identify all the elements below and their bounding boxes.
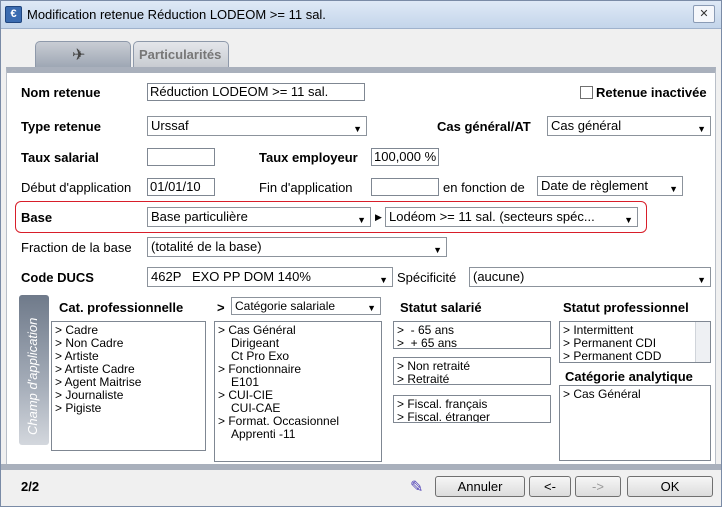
type-retenue-select[interactable]: Urssaf ▼ bbox=[147, 116, 367, 136]
statut-pro-header: Statut professionnel bbox=[563, 300, 689, 315]
champ-application-label: Champ d'application bbox=[25, 317, 40, 435]
fin-application-input[interactable] bbox=[371, 178, 439, 196]
list-item[interactable]: > + 65 ans bbox=[397, 337, 547, 349]
debut-application-input[interactable]: 01/01/10 bbox=[147, 178, 215, 196]
title-bar: € Modification retenue Réduction LODEOM … bbox=[1, 1, 721, 29]
cas-general-label: Cas général/AT bbox=[437, 119, 531, 134]
cat-pro-list[interactable]: > Cadre > Non Cadre > Artiste > Artiste Cad… bbox=[51, 321, 206, 451]
statut-pro-list[interactable]: > Intermittent > Permanent CDI > Permanent… bbox=[559, 321, 711, 363]
nom-retenue-label: Nom retenue bbox=[21, 85, 101, 100]
taux-salarial-input[interactable] bbox=[147, 148, 215, 166]
list-item[interactable]: Apprenti -11 bbox=[218, 428, 378, 441]
fin-application-label: Fin d'application bbox=[259, 180, 353, 195]
tab-general[interactable]: ✈ bbox=[35, 41, 131, 67]
tab-particularites-label: Particularités bbox=[139, 47, 222, 62]
next-button[interactable]: -> bbox=[575, 476, 621, 497]
list-item[interactable]: > Retraité bbox=[397, 373, 547, 385]
cat-sal-list[interactable]: > Cas Général Dirigeant Ct Pro Exo > Foncti… bbox=[214, 321, 382, 462]
specificite-select[interactable]: (aucune) ▼ bbox=[469, 267, 711, 287]
code-ducs-value: 462P EXO PP DOM 140% bbox=[151, 269, 311, 284]
retenue-inactivee-label: Retenue inactivée bbox=[596, 85, 707, 100]
app-icon: € bbox=[5, 6, 22, 23]
chevron-down-icon: ▼ bbox=[697, 124, 706, 134]
code-ducs-label: Code DUCS bbox=[21, 270, 94, 285]
scrollbar[interactable] bbox=[695, 322, 710, 362]
en-fonction-value: Date de règlement bbox=[541, 178, 648, 193]
chevron-down-icon: ▼ bbox=[379, 275, 388, 285]
champ-application-band: Champ d'application bbox=[19, 295, 49, 445]
taux-employeur-input[interactable]: 100,000 % bbox=[371, 148, 439, 166]
retenue-inactivee-checkbox[interactable] bbox=[580, 86, 593, 99]
annuler-button[interactable]: Annuler bbox=[435, 476, 525, 497]
statut-age-list[interactable]: > - 65 ans > + 65 ans bbox=[393, 321, 551, 349]
close-button[interactable]: ✕ bbox=[693, 5, 715, 23]
list-item[interactable]: > Pigiste bbox=[55, 402, 202, 415]
chevron-right-icon: ▶ bbox=[375, 212, 382, 222]
fraction-base-value: (totalité de la base) bbox=[151, 239, 262, 254]
cat-sal-prefix: > bbox=[217, 300, 225, 315]
list-item[interactable]: > Permanent CDD bbox=[563, 350, 707, 363]
dialog-window: € Modification retenue Réduction LODEOM … bbox=[0, 0, 722, 507]
list-item[interactable]: > Fiscal. étranger bbox=[397, 411, 547, 423]
chevron-down-icon: ▼ bbox=[357, 215, 366, 225]
chevron-down-icon: ▼ bbox=[433, 245, 442, 255]
base-select[interactable]: Base particulière ▼ bbox=[147, 207, 371, 227]
chevron-down-icon: ▼ bbox=[697, 275, 706, 285]
list-item[interactable]: > Cas Général bbox=[563, 388, 707, 401]
statut-salarie-header: Statut salarié bbox=[400, 300, 482, 315]
tab-bar: ✈ Particularités bbox=[1, 29, 721, 67]
ok-button[interactable]: OK bbox=[627, 476, 713, 497]
cat-analytique-list[interactable]: > Cas Général bbox=[559, 385, 711, 461]
statut-fiscal-list[interactable]: > Fiscal. français > Fiscal. étranger bbox=[393, 395, 551, 423]
type-retenue-label: Type retenue bbox=[21, 119, 101, 134]
cat-analytique-header: Catégorie analytique bbox=[565, 369, 693, 384]
nom-retenue-input[interactable]: Réduction LODEOM >= 11 sal. bbox=[147, 83, 365, 101]
en-fonction-select[interactable]: Date de règlement ▼ bbox=[537, 176, 683, 196]
taux-employeur-label: Taux employeur bbox=[259, 150, 358, 165]
debut-application-label: Début d'application bbox=[21, 180, 132, 195]
type-retenue-value: Urssaf bbox=[151, 118, 189, 133]
previous-button[interactable]: <- bbox=[529, 476, 571, 497]
tab-particularites[interactable]: Particularités bbox=[133, 41, 229, 67]
base-value: Base particulière bbox=[151, 209, 248, 224]
fraction-base-label: Fraction de la base bbox=[21, 240, 132, 255]
window-title: Modification retenue Réduction LODEOM >=… bbox=[27, 7, 326, 22]
statut-retraite-list[interactable]: > Non retraité > Retraité bbox=[393, 357, 551, 385]
specificite-label: Spécificité bbox=[397, 270, 457, 285]
cat-sal-select[interactable]: Catégorie salariale ▼ bbox=[231, 297, 381, 315]
chevron-down-icon: ▼ bbox=[353, 124, 362, 134]
main-panel: Nom retenue Réduction LODEOM >= 11 sal. … bbox=[6, 67, 716, 464]
cat-pro-header: Cat. professionnelle bbox=[59, 300, 184, 315]
cas-general-value: Cas général bbox=[551, 118, 622, 133]
chevron-down-icon: ▼ bbox=[669, 184, 678, 194]
base-detail-value: Lodéom >= 11 sal. (secteurs spéc... bbox=[389, 209, 595, 224]
cas-general-select[interactable]: Cas général ▼ bbox=[547, 116, 711, 136]
page-indicator: 2/2 bbox=[21, 479, 40, 494]
cat-sal-select-value: Catégorie salariale bbox=[235, 299, 336, 313]
code-ducs-select[interactable]: 462P EXO PP DOM 140% ▼ bbox=[147, 267, 393, 287]
base-detail-select[interactable]: Lodéom >= 11 sal. (secteurs spéc... ▼ bbox=[385, 207, 638, 227]
chevron-down-icon: ▼ bbox=[624, 215, 633, 225]
en-fonction-label: en fonction de bbox=[443, 180, 525, 195]
pencil-icon[interactable]: ✎ bbox=[410, 477, 423, 497]
chevron-down-icon: ▼ bbox=[367, 303, 376, 313]
specificite-value: (aucune) bbox=[473, 269, 525, 284]
footer-bar: 2/2 ✎ Annuler <- -> OK bbox=[1, 470, 721, 506]
base-label: Base bbox=[21, 210, 53, 225]
taux-salarial-label: Taux salarial bbox=[21, 150, 99, 165]
fraction-base-select[interactable]: (totalité de la base) ▼ bbox=[147, 237, 447, 257]
plane-icon: ✈ bbox=[72, 47, 86, 64]
